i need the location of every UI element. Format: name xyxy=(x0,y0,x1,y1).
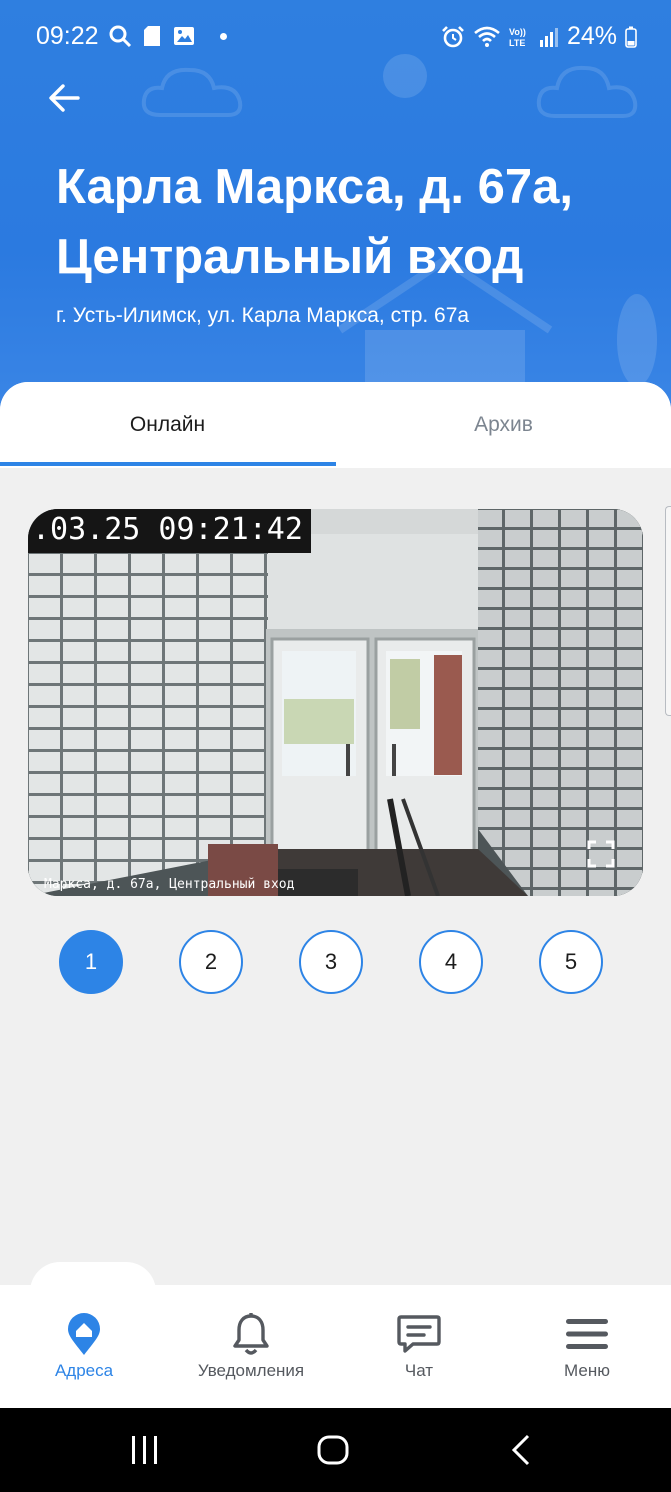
nav-chat[interactable]: Чат xyxy=(335,1285,503,1408)
arrow-left-icon xyxy=(49,84,80,112)
volte-icon: Vo))LTE xyxy=(509,27,526,48)
camera-button-1[interactable]: 1 xyxy=(59,930,123,994)
camera-button-4[interactable]: 4 xyxy=(419,930,483,994)
nav-chat-label: Чат xyxy=(404,1361,434,1380)
header: 09:22 Vo)) LTE 24% Карла Маркса, д. 67а, … xyxy=(0,0,671,420)
camera-button-3[interactable]: 3 xyxy=(299,930,363,994)
house-pin-icon xyxy=(68,1313,100,1355)
wifi-icon xyxy=(474,26,500,47)
bottom-navigation: Адреса Уведомления Чат Меню xyxy=(0,1285,671,1408)
sd-card-icon xyxy=(144,26,160,46)
gallery-icon xyxy=(174,27,194,45)
tab-selected-indicator xyxy=(0,462,336,466)
svg-text:LTE: LTE xyxy=(509,38,525,48)
tab-bar: Онлайн Архив xyxy=(0,382,671,468)
home-icon[interactable] xyxy=(316,1432,350,1468)
camera-video-player[interactable]: .03.25 09:21:42 Маркса, д. 67а, Централь… xyxy=(28,509,643,896)
fullscreen-icon[interactable] xyxy=(587,840,615,868)
nav-menu-label: Меню xyxy=(564,1361,610,1380)
camera-button-5[interactable]: 5 xyxy=(539,930,603,994)
nav-notifications[interactable]: Уведомления xyxy=(167,1285,335,1408)
search-icon xyxy=(109,25,132,48)
alarm-icon xyxy=(442,25,464,47)
chat-icon xyxy=(397,1315,441,1353)
back-nav-icon[interactable] xyxy=(508,1432,534,1468)
recent-apps-icon[interactable] xyxy=(130,1432,160,1468)
status-time: 09:22 xyxy=(36,22,99,50)
camera-button-2[interactable]: 2 xyxy=(179,930,243,994)
system-navigation-bar xyxy=(0,1408,671,1492)
battery-percentage: 24% xyxy=(566,22,617,50)
nav-menu[interactable]: Меню xyxy=(503,1285,671,1408)
address-subtitle: г. Усть-Илимск, ул. Карла Маркса, стр. 6… xyxy=(56,304,470,327)
tab-online[interactable]: Онлайн xyxy=(0,382,335,468)
battery-icon xyxy=(625,26,637,48)
svg-text:Vo)): Vo)) xyxy=(509,27,526,37)
video-caption: Маркса, д. 67а, Центральный вход xyxy=(44,877,295,892)
nav-addresses[interactable]: Адреса xyxy=(0,1285,168,1408)
tab-archive[interactable]: Архив xyxy=(336,382,671,468)
camera-selector: 1 2 3 4 5 xyxy=(0,930,671,996)
page-title: Карла Маркса, д. 67а, Центральный вход xyxy=(56,160,573,284)
camera-feed-image xyxy=(28,509,643,896)
back-button[interactable] xyxy=(42,78,86,118)
dot-icon xyxy=(220,32,227,40)
content-panel: Онлайн Архив .03.25 09:21:42 Маркса, д. … xyxy=(0,382,671,1302)
menu-icon xyxy=(566,1319,608,1349)
status-bar: 09:22 Vo)) LTE 24% xyxy=(0,0,671,72)
nav-notifications-label: Уведомления xyxy=(197,1361,305,1380)
scroll-indicator xyxy=(665,506,671,716)
video-timestamp: .03.25 09:21:42 xyxy=(28,509,311,553)
nav-addresses-label: Адреса xyxy=(54,1361,114,1380)
bell-icon xyxy=(233,1313,269,1355)
signal-icon xyxy=(539,27,558,47)
